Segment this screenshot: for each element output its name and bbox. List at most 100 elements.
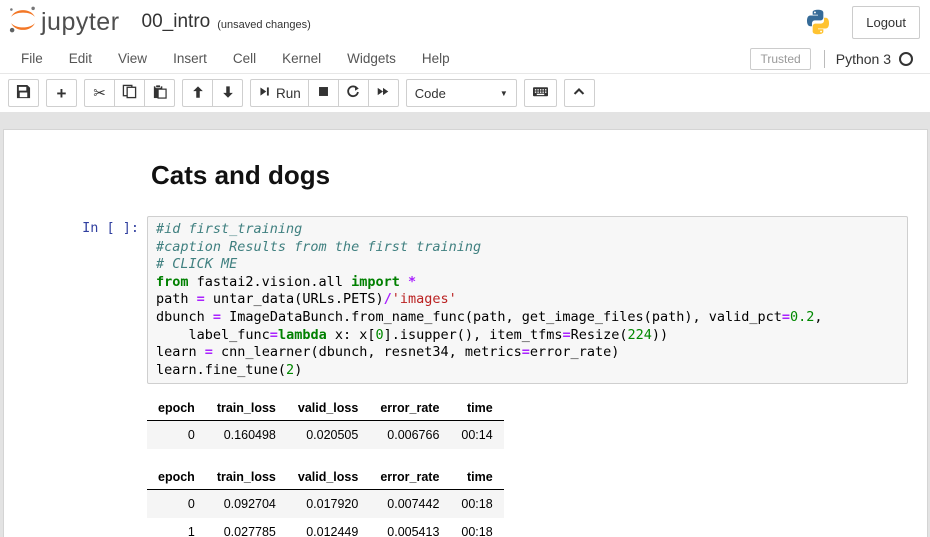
- logout-button[interactable]: Logout: [852, 6, 920, 39]
- menu-insert[interactable]: Insert: [160, 45, 220, 72]
- checkpoint-status: (unsaved changes): [217, 19, 311, 31]
- move-cell-down-button[interactable]: [212, 79, 243, 107]
- app-name: jupyter: [41, 8, 120, 37]
- kernel-name: Python 3: [836, 51, 891, 67]
- run-label: Run: [276, 86, 301, 101]
- column-header: train_loss: [206, 397, 287, 421]
- chevron-down-icon: ▼: [500, 89, 508, 98]
- run-button[interactable]: Run: [250, 79, 309, 107]
- menu-items: File Edit View Insert Cell Kernel Widget…: [8, 45, 463, 72]
- plus-icon: +: [57, 85, 67, 102]
- jupyter-orbit-icon: [8, 5, 38, 40]
- column-header: error_rate: [369, 397, 450, 421]
- code-line: # CLICK ME: [156, 256, 899, 274]
- table-cell: 0: [147, 421, 206, 450]
- fast-forward-icon: [376, 85, 390, 101]
- cell-output: epochtrain_lossvalid_losserror_ratetime0…: [147, 397, 927, 537]
- command-palette-button[interactable]: [524, 79, 557, 107]
- code-line: learn = cnn_learner(dbunch, resnet34, me…: [156, 344, 899, 362]
- table-cell: 00:18: [450, 518, 503, 537]
- menu-kernel[interactable]: Kernel: [269, 45, 334, 72]
- cut-cell-button[interactable]: ✂: [84, 79, 115, 107]
- floppy-icon: [16, 84, 31, 102]
- python-logo-icon: [804, 8, 832, 36]
- table-cell: 0.020505: [287, 421, 369, 450]
- table-cell: 0.006766: [369, 421, 450, 450]
- notebook-toolbar: + ✂: [0, 74, 930, 112]
- table-cell: 0.017920: [287, 490, 369, 519]
- arrow-up-icon: [191, 85, 205, 102]
- column-header: valid_loss: [287, 466, 369, 490]
- table-cell: 0.027785: [206, 518, 287, 537]
- table-cell: 1: [147, 518, 206, 537]
- code-line: learn.fine_tune(2): [156, 362, 899, 380]
- scissors-icon: ✂: [93, 86, 106, 101]
- cell-prompt: In [ ]:: [4, 216, 147, 384]
- training-results-table: epochtrain_lossvalid_losserror_ratetime0…: [147, 466, 504, 537]
- menu-widgets[interactable]: Widgets: [334, 45, 409, 72]
- menubar: File Edit View Insert Cell Kernel Widget…: [0, 44, 930, 74]
- jupyter-logo[interactable]: jupyter: [8, 5, 120, 40]
- kernel-separator: [824, 50, 825, 68]
- code-editor[interactable]: #id first_training#caption Results from …: [147, 216, 908, 384]
- trusted-badge[interactable]: Trusted: [750, 48, 810, 70]
- table-cell: 0.007442: [369, 490, 450, 519]
- notebook-background: Cats and dogs In [ ]: #id first_training…: [0, 112, 930, 537]
- table-row: 00.0927040.0179200.00744200:18: [147, 490, 504, 519]
- column-header: valid_loss: [287, 397, 369, 421]
- cell-type-value: Code: [415, 86, 500, 101]
- restart-run-all-button[interactable]: [368, 79, 399, 107]
- step-forward-icon: [258, 85, 271, 101]
- column-header: time: [450, 466, 503, 490]
- paste-cell-button[interactable]: [144, 79, 175, 107]
- paste-icon: [152, 84, 167, 102]
- code-line: dbunch = ImageDataBunch.from_name_func(p…: [156, 309, 899, 327]
- code-cell[interactable]: In [ ]: #id first_training#caption Resul…: [4, 216, 927, 384]
- code-line: from fastai2.vision.all import *: [156, 274, 899, 292]
- table-cell: 0.160498: [206, 421, 287, 450]
- interrupt-kernel-button[interactable]: [308, 79, 339, 107]
- table-cell: 0.005413: [369, 518, 450, 537]
- copy-icon: [122, 84, 137, 102]
- refresh-icon: [346, 85, 360, 102]
- column-header: train_loss: [206, 466, 287, 490]
- menu-file[interactable]: File: [8, 45, 56, 72]
- menu-help[interactable]: Help: [409, 45, 463, 72]
- code-line: label_func=lambda x: x[0].isupper(), ite…: [156, 327, 899, 345]
- column-header: epoch: [147, 466, 206, 490]
- notebook-container: Cats and dogs In [ ]: #id first_training…: [3, 129, 928, 537]
- table-cell: 0.092704: [206, 490, 287, 519]
- markdown-heading[interactable]: Cats and dogs: [151, 160, 927, 190]
- menu-edit[interactable]: Edit: [56, 45, 105, 72]
- notebook-title[interactable]: 00_intro: [142, 11, 211, 33]
- table-row: 10.0277850.0124490.00541300:18: [147, 518, 504, 537]
- arrow-down-icon: [221, 85, 235, 102]
- table-row: 00.1604980.0205050.00676600:14: [147, 421, 504, 450]
- code-line: #caption Results from the first training: [156, 239, 899, 257]
- code-lines: #id first_training#caption Results from …: [156, 221, 899, 379]
- kernel-idle-icon: [899, 52, 913, 66]
- menu-view[interactable]: View: [105, 45, 160, 72]
- table-cell: 00:14: [450, 421, 503, 450]
- save-button[interactable]: [8, 79, 39, 107]
- column-header: epoch: [147, 397, 206, 421]
- cell-type-dropdown[interactable]: Code ▼: [406, 79, 517, 107]
- chevron-up-icon: [572, 85, 586, 101]
- column-header: error_rate: [369, 466, 450, 490]
- insert-cell-button[interactable]: +: [46, 79, 77, 107]
- copy-cell-button[interactable]: [114, 79, 145, 107]
- app-header: jupyter 00_intro (unsaved changes) Logou…: [0, 0, 930, 44]
- table-cell: 0: [147, 490, 206, 519]
- keyboard-icon: [532, 84, 549, 102]
- table-cell: 00:18: [450, 490, 503, 519]
- column-header: time: [450, 397, 503, 421]
- restart-kernel-button[interactable]: [338, 79, 369, 107]
- code-line: #id first_training: [156, 221, 899, 239]
- code-line: path = untar_data(URLs.PETS)/'images': [156, 291, 899, 309]
- chevron-up-button[interactable]: [564, 79, 595, 107]
- menu-cell[interactable]: Cell: [220, 45, 269, 72]
- move-cell-up-button[interactable]: [182, 79, 213, 107]
- table-cell: 0.012449: [287, 518, 369, 537]
- stop-icon: [317, 85, 330, 101]
- training-results-table: epochtrain_lossvalid_losserror_ratetime0…: [147, 397, 504, 449]
